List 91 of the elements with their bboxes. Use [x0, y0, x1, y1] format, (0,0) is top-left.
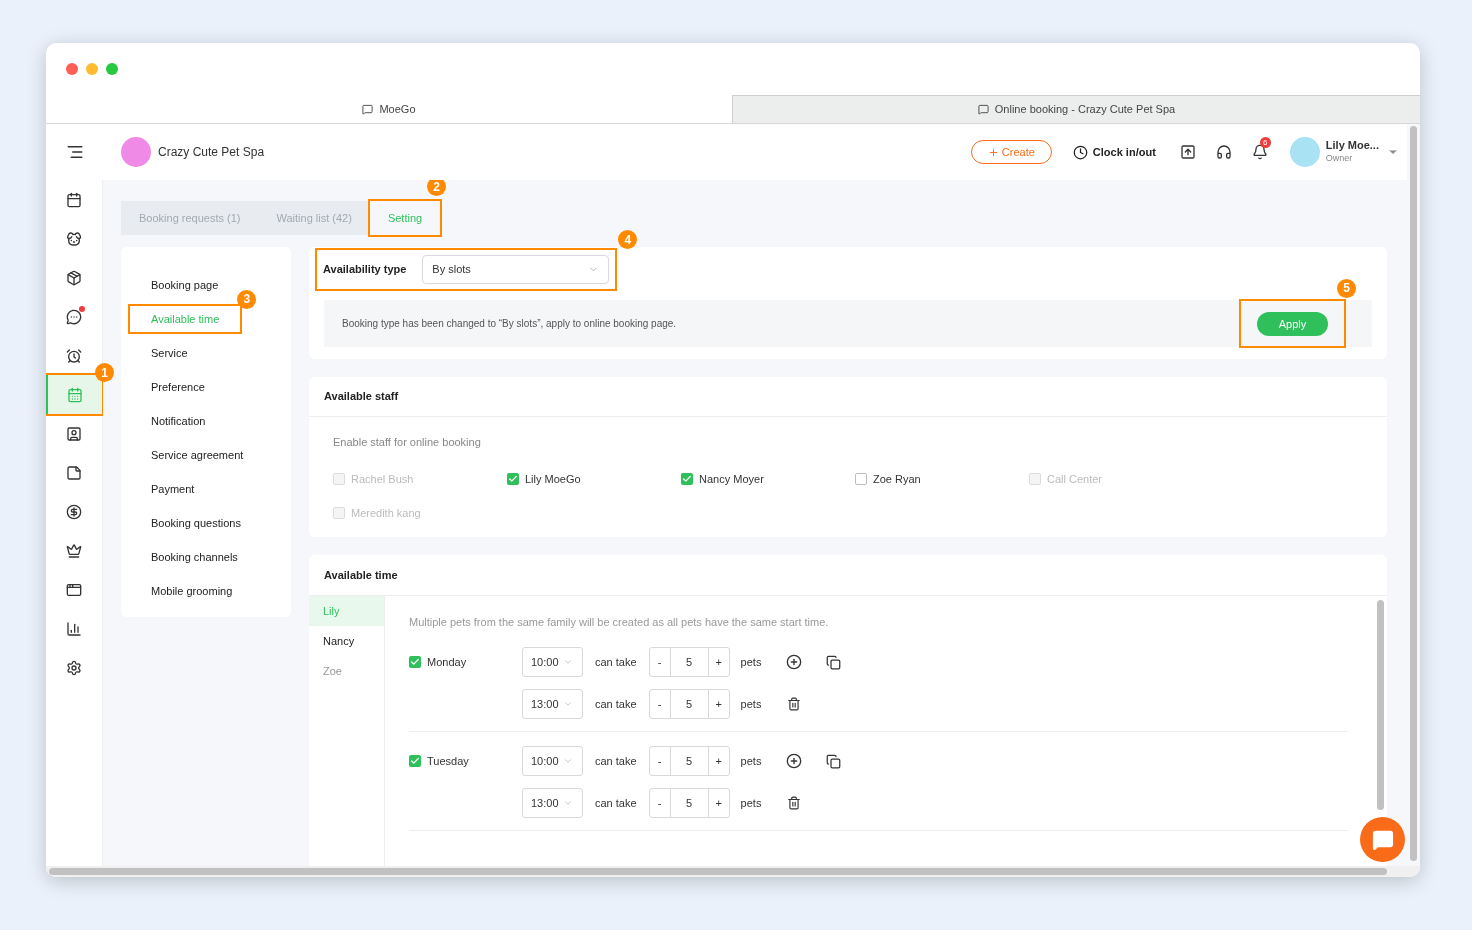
- window-icon: [66, 581, 82, 598]
- slot-label: can take: [595, 753, 637, 769]
- callout-badge: 4: [618, 230, 638, 249]
- plus-icon: [987, 146, 999, 158]
- staff-name: Call Center: [1047, 471, 1103, 487]
- staff-hint: Enable staff for online booking: [333, 436, 481, 448]
- settings-menu-item[interactable]: Service: [130, 339, 209, 367]
- chat-icon: [66, 308, 82, 325]
- calendar-icon: [67, 386, 83, 403]
- checkbox[interactable]: [681, 473, 693, 485]
- chevron-down-icon: [562, 756, 573, 766]
- settings-menu-item[interactable]: Booking channels: [130, 543, 259, 571]
- time-select[interactable]: 10:00: [522, 746, 583, 776]
- checkbox[interactable]: [507, 473, 519, 485]
- settings-menu-item[interactable]: Notification: [130, 407, 227, 435]
- staff-name: Meredith kang: [351, 505, 421, 521]
- settings-menu-item[interactable]: Mobile grooming: [130, 577, 254, 605]
- checkbox[interactable]: [855, 473, 867, 485]
- settings-icon: [66, 659, 82, 676]
- close-window-button[interactable]: [66, 63, 78, 75]
- dollar-icon: [66, 503, 82, 520]
- staff-name: Zoe Ryan: [873, 471, 921, 487]
- tab-title: Online booking - Crazy Cute Pet Spa: [994, 102, 1176, 118]
- add-icon[interactable]: [786, 654, 803, 670]
- staff-name: Lily MoeGo: [525, 471, 581, 487]
- slot-label: can take: [595, 696, 637, 712]
- settings-menu-item[interactable]: Preference: [130, 373, 226, 401]
- chat-bubble-icon: [1371, 828, 1394, 851]
- business-avatar: [121, 137, 151, 167]
- scrollbar[interactable]: [1410, 126, 1417, 861]
- scrollbar[interactable]: [49, 868, 1387, 875]
- settings-menu-item[interactable]: Booking page: [130, 271, 240, 299]
- scrollbar[interactable]: [1377, 600, 1384, 810]
- time-select[interactable]: 13:00: [522, 788, 583, 818]
- bell-icon[interactable]: [1251, 144, 1268, 160]
- slot-unit: pets: [740, 654, 762, 670]
- dog-icon: [66, 230, 82, 247]
- chevron-down-icon: [562, 798, 573, 808]
- clock-icon: [1072, 144, 1088, 160]
- upload-icon[interactable]: [1179, 144, 1196, 160]
- delete-icon[interactable]: [787, 796, 802, 810]
- chevron-down-icon: [562, 699, 573, 709]
- time-select[interactable]: 13:00: [522, 689, 583, 719]
- logo-icon: [362, 103, 374, 115]
- callout-badge: 5: [1337, 278, 1356, 298]
- staff-name: Nancy Moyer: [699, 471, 764, 487]
- time-hint: Multiple pets from the same family will be created as all pets have the same start time.: [409, 616, 829, 628]
- checkbox[interactable]: [409, 656, 421, 668]
- notice-text: Booking type has been changed to “By slots”, apply to online booking page.: [342, 317, 677, 331]
- slot-unit: pets: [740, 696, 762, 712]
- menu-icon[interactable]: [65, 143, 84, 161]
- note-icon: [66, 464, 82, 481]
- chevron-down-icon: [562, 657, 573, 667]
- time-select[interactable]: 10:00: [522, 647, 583, 677]
- slot-unit: pets: [740, 753, 762, 769]
- calendar-icon: [66, 191, 82, 208]
- callout-badge: 3: [237, 289, 257, 309]
- slot-label: can take: [595, 795, 637, 811]
- clock-button[interactable]: Clock in/out: [1072, 143, 1156, 161]
- add-icon[interactable]: [786, 753, 803, 769]
- copy-icon[interactable]: [826, 654, 842, 670]
- slot-label: can take: [595, 654, 637, 670]
- headset-icon[interactable]: [1215, 144, 1232, 160]
- settings-menu-item[interactable]: Booking questions: [130, 509, 262, 537]
- bar-chart-icon: [66, 620, 82, 637]
- card-title: Available time: [324, 567, 398, 583]
- alarm-clock-icon: [66, 347, 82, 364]
- id-badge-icon: [66, 425, 82, 442]
- copy-icon[interactable]: [826, 753, 842, 769]
- user-name: Lily Moe...: [1325, 139, 1379, 152]
- availability-type-select[interactable]: By slots: [422, 255, 610, 284]
- browser-tab[interactable]: Online booking - Crazy Cute Pet Spa: [732, 95, 1420, 123]
- settings-menu-item[interactable]: Service agreement: [130, 441, 265, 469]
- field-label: Availability type: [323, 262, 407, 278]
- tab-title: MoeGo: [379, 101, 416, 117]
- staff-name: Rachel Bush: [351, 471, 414, 487]
- user-role: Owner: [1325, 152, 1354, 165]
- settings-menu-item[interactable]: Payment: [130, 475, 216, 503]
- slot-unit: pets: [740, 795, 762, 811]
- checkbox[interactable]: [409, 755, 421, 767]
- business-name: Crazy Cute Pet Spa: [158, 144, 265, 161]
- staff-tab[interactable]: Nancy: [309, 626, 384, 656]
- card-title: Available staff: [324, 389, 399, 405]
- notification-count: 6: [1259, 137, 1271, 148]
- logo-icon: [977, 104, 989, 115]
- crown-icon: [66, 542, 82, 559]
- day-name: Tuesday: [427, 753, 469, 769]
- day-name: Monday: [427, 654, 467, 670]
- jar-icon: [66, 269, 82, 286]
- delete-icon[interactable]: [787, 697, 802, 711]
- callout-badge: 2: [427, 180, 447, 196]
